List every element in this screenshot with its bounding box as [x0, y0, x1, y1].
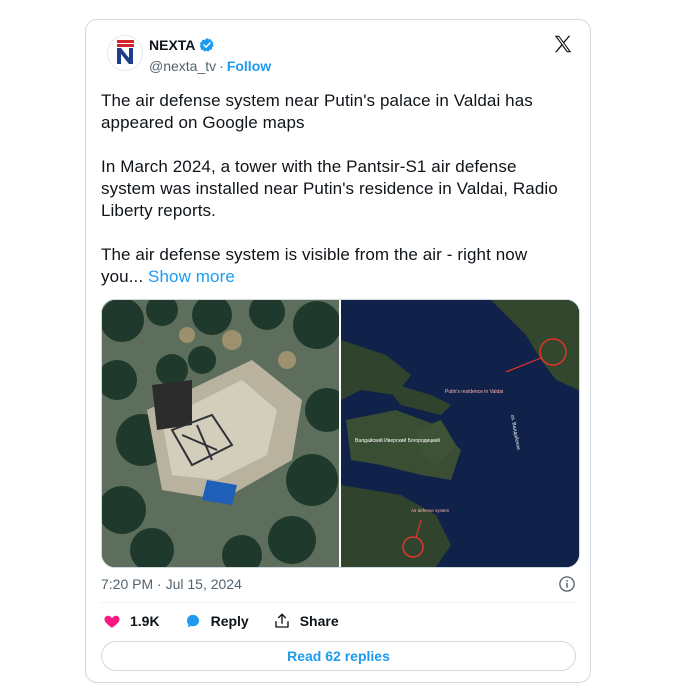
tweet-paragraph: The air defense system near Putin's pala…: [101, 91, 533, 132]
like-button[interactable]: 1.9K: [103, 612, 160, 630]
handle-separator: ·: [219, 58, 224, 74]
nexta-logo-icon: [108, 36, 142, 70]
author-name[interactable]: NEXTA: [149, 37, 195, 53]
satellite-image-tower[interactable]: [102, 300, 349, 567]
avatar[interactable]: [107, 35, 143, 71]
tweet-paragraph: In March 2024, a tower with the Pantsir-…: [101, 157, 558, 220]
author-handle[interactable]: @nexta_tv: [149, 58, 216, 74]
map-label-residence: Putin's residence in Valdai: [445, 389, 503, 395]
reply-label: Reply: [210, 613, 249, 629]
satellite-image-tower-graphic: [102, 300, 349, 567]
like-count: 1.9K: [130, 613, 160, 629]
share-label: Share: [299, 613, 339, 629]
follow-button[interactable]: Follow: [227, 58, 271, 74]
heart-icon: [104, 615, 120, 628]
info-icon[interactable]: [558, 575, 576, 593]
divider: [101, 602, 576, 603]
show-more-link[interactable]: Show more: [148, 267, 235, 286]
tweet-paragraph: The air defense system is visible from t…: [101, 244, 571, 288]
reply-button[interactable]: Reply: [184, 612, 249, 630]
x-logo-icon[interactable]: [552, 33, 574, 55]
map-label-air-defense: Air defense system: [411, 508, 450, 513]
tweet-card: NEXTA @nexta_tv · Follow The air defense s…: [85, 19, 591, 683]
share-icon: [275, 613, 289, 628]
map-label-monastery: Валдайский Иверский Богородицкий: [355, 437, 440, 444]
satellite-map-valdai[interactable]: Putin's residence in Valdai Валдайский И…: [341, 300, 579, 567]
tweet-text: The air defense system near Putin's pala…: [101, 90, 571, 288]
share-button[interactable]: Share: [273, 612, 339, 630]
action-bar: 1.9K Reply Share: [103, 612, 363, 630]
media-grid[interactable]: Putin's residence in Valdai Валдайский И…: [101, 299, 580, 568]
satellite-map-valdai-graphic: Putin's residence in Valdai Валдайский И…: [341, 300, 579, 567]
tweet-timestamp[interactable]: 7:20 PM · Jul 15, 2024: [101, 576, 242, 592]
speech-bubble-icon: [186, 614, 199, 628]
read-replies-button[interactable]: Read 62 replies: [101, 641, 576, 671]
verified-badge-icon: [200, 38, 215, 52]
